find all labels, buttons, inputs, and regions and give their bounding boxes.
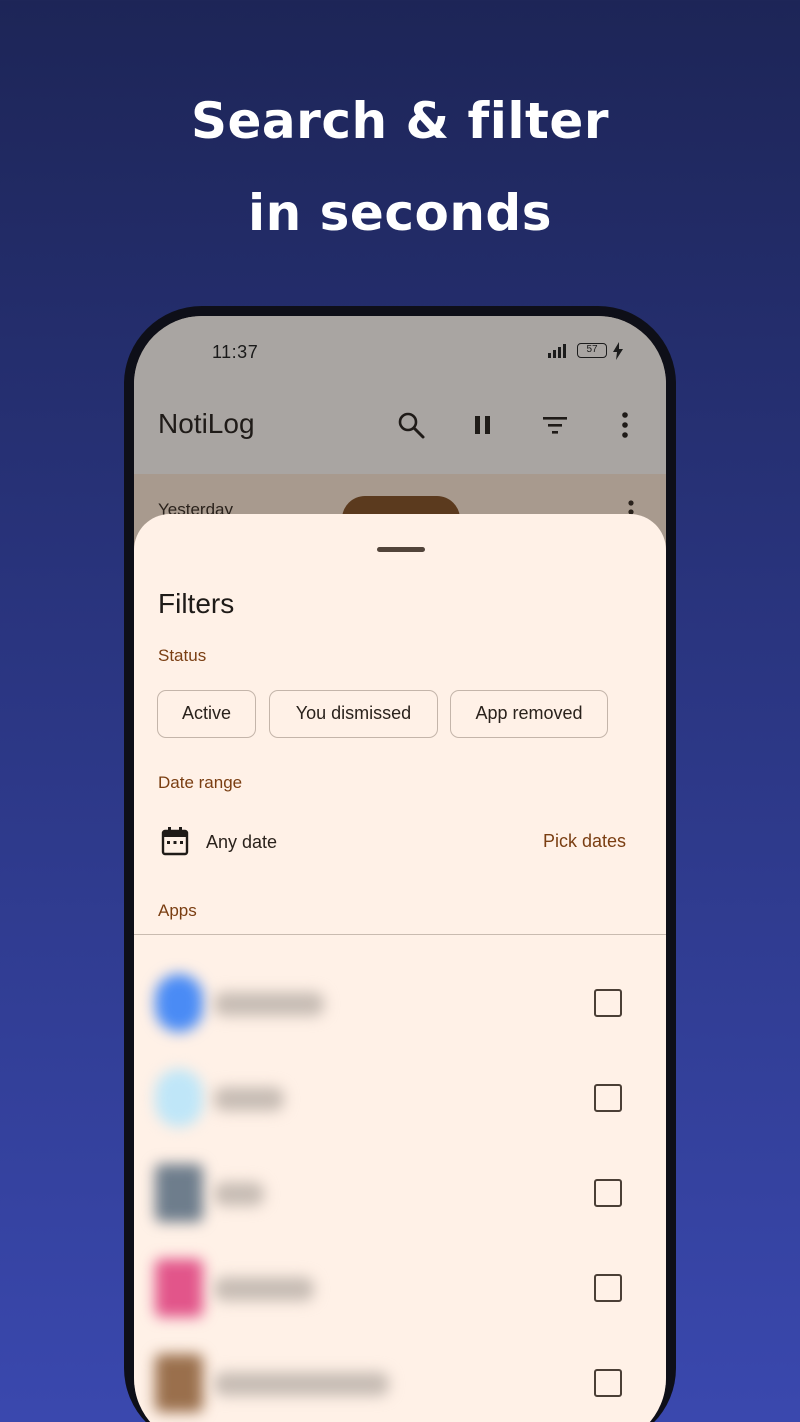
- app-checkbox[interactable]: [594, 1084, 622, 1112]
- drag-handle[interactable]: [377, 547, 425, 552]
- app-icon: [155, 1259, 203, 1317]
- headline-line-2: in seconds: [248, 184, 552, 242]
- app-row[interactable]: [134, 1241, 666, 1335]
- sheet-title: Filters: [158, 588, 235, 619]
- app-row[interactable]: [134, 1146, 666, 1240]
- app-name-blurred: [214, 992, 324, 1016]
- app-row[interactable]: [134, 1051, 666, 1145]
- calendar-icon: [161, 827, 189, 856]
- battery-icon: 57: [577, 343, 607, 358]
- app-checkbox[interactable]: [594, 1369, 622, 1397]
- chip-you-dismissed[interactable]: You dismissed: [269, 690, 438, 738]
- app-bar: NotiLog: [134, 388, 666, 474]
- status-section-label: Status: [158, 646, 207, 665]
- headline-line-1: Search & filter: [191, 92, 609, 150]
- app-name-blurred: [214, 1182, 264, 1206]
- chip-active[interactable]: Active: [157, 690, 256, 738]
- app-row[interactable]: [134, 1336, 666, 1422]
- pause-icon[interactable]: [468, 410, 498, 440]
- apps-section-label: Apps: [158, 901, 197, 920]
- signal-icon: [548, 344, 570, 358]
- status-time: 11:37: [212, 342, 259, 362]
- app-checkbox[interactable]: [594, 1274, 622, 1302]
- filters-bottom-sheet: Filters Status Active You dismissed App …: [134, 514, 666, 1422]
- app-icon: [155, 1069, 203, 1127]
- filter-icon[interactable]: [540, 410, 570, 440]
- search-icon[interactable]: [396, 410, 426, 440]
- app-checkbox[interactable]: [594, 1179, 622, 1207]
- app-icon: [155, 1164, 203, 1222]
- app-icon: [155, 974, 203, 1032]
- app-title: NotiLog: [158, 408, 255, 439]
- app-checkbox[interactable]: [594, 989, 622, 1017]
- app-row[interactable]: [134, 956, 666, 1050]
- phone-frame: 11:37 57 NotiLog Yesterday Filters Statu…: [124, 306, 676, 1422]
- chip-app-removed[interactable]: App removed: [450, 690, 608, 738]
- charging-icon: [613, 342, 623, 360]
- app-name-blurred: [214, 1372, 389, 1396]
- app-name-blurred: [214, 1087, 284, 1111]
- pick-dates-button[interactable]: Pick dates: [543, 831, 626, 852]
- divider: [134, 934, 666, 935]
- phone-screen: 11:37 57 NotiLog Yesterday Filters Statu…: [134, 316, 666, 1422]
- app-name-blurred: [214, 1277, 314, 1301]
- date-range-label: Date range: [158, 773, 243, 792]
- app-icon: [155, 1354, 203, 1412]
- more-vert-icon[interactable]: [610, 410, 640, 440]
- status-bar: 11:37 57: [134, 316, 666, 388]
- date-range-value: Any date: [206, 832, 278, 852]
